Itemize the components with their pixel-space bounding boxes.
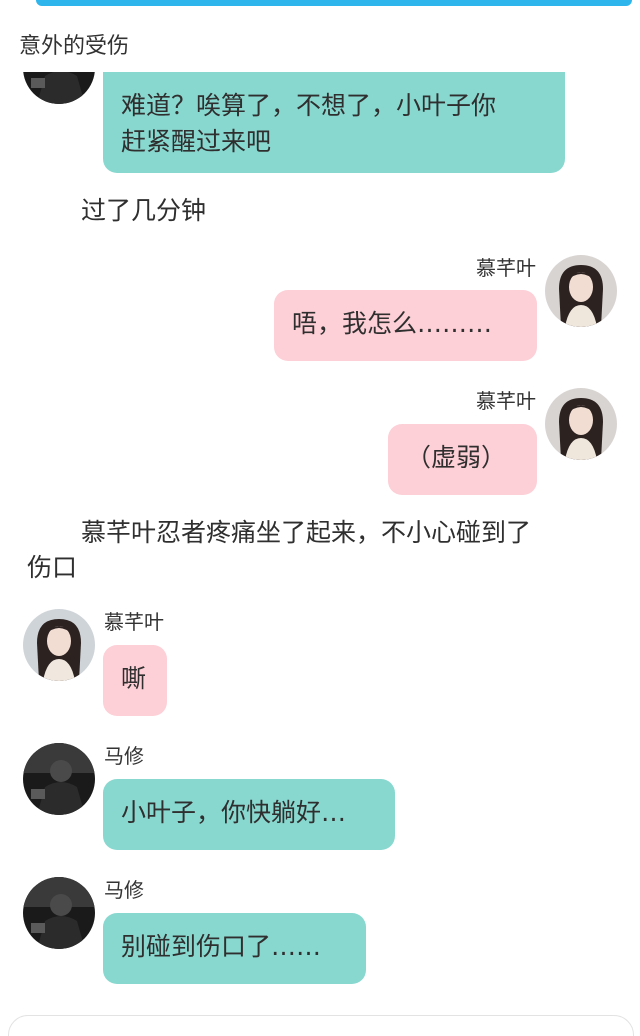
girl-portrait-avatar-icon (545, 255, 617, 327)
chat-story-page: 意外的受伤 意外的受伤 难道？唉算了，不想了，小叶子你 赶紧醒过来吧 过了几分钟… (0, 0, 640, 1036)
message-bubble: 难道？唉算了，不想了，小叶子你 赶紧醒过来吧 (103, 72, 565, 173)
top-accent-strip-overlay (36, 0, 632, 6)
bottom-input-bar[interactable] (8, 1015, 634, 1036)
dark-figure-avatar-icon (23, 877, 95, 949)
message-bubble: （虚弱） (388, 424, 537, 495)
avatar-muqianye[interactable] (545, 255, 617, 327)
girl-portrait-avatar-icon (23, 609, 95, 681)
speaker-name: 慕芊叶 (104, 610, 164, 634)
speaker-name: 马修 (104, 744, 144, 768)
speaker-name: 马修 (104, 878, 144, 902)
message-text-line-2: 赶紧醒过来吧 (121, 127, 272, 156)
dark-figure-avatar-icon (23, 743, 95, 815)
message-text: 唔，我怎么……… (292, 309, 493, 338)
avatar-matthew[interactable] (23, 743, 95, 815)
speaker-name: 慕芊叶 (476, 389, 536, 413)
message-text-line-1: 难道？唉算了，不想了，小叶子你 (121, 91, 497, 120)
narration-text: 过了几分钟 (81, 196, 207, 225)
avatar-muqianye[interactable] (545, 388, 617, 460)
message-text: 小叶子，你快躺好… (121, 798, 347, 827)
message-text: （虚弱） (406, 443, 507, 472)
message-bubble: 小叶子，你快躺好… (103, 779, 395, 850)
avatar-muqianye[interactable] (23, 609, 95, 681)
narration-text-line-2: 伤口 (27, 553, 78, 582)
avatar-matthew[interactable] (23, 877, 95, 949)
message-bubble: 唔，我怎么……… (274, 290, 537, 361)
narration-text-line-1: 慕芊叶忍者疼痛坐了起来，不小心碰到了 (81, 518, 532, 547)
girl-portrait-avatar-icon (545, 388, 617, 460)
chapter-title-overlay: 意外的受伤 (19, 34, 130, 59)
message-bubble: 嘶 (103, 645, 167, 716)
message-bubble: 别碰到伤口了…… (103, 913, 366, 984)
speaker-name: 慕芊叶 (476, 256, 536, 280)
message-text: 嘶 (121, 664, 147, 693)
message-text: 别碰到伤口了…… (121, 932, 322, 961)
